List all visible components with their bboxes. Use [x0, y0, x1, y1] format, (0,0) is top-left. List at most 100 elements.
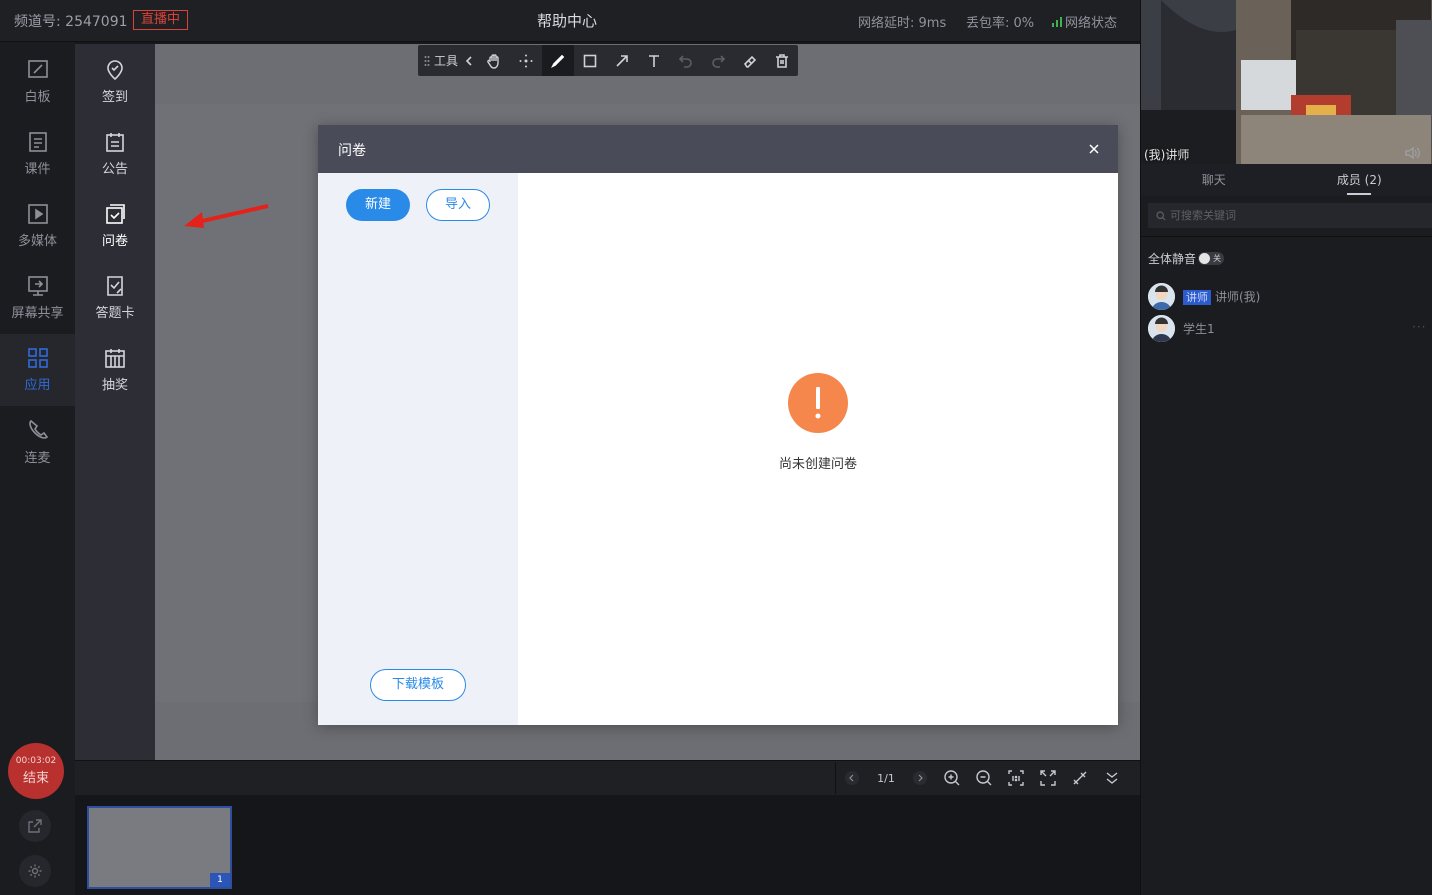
role-badge: 讲师 — [1183, 289, 1211, 305]
questionnaire-dialog: 问卷 新建 导入 下载模板 尚未创建问卷 — [318, 125, 1118, 725]
move-tool[interactable] — [510, 45, 542, 76]
close-icon — [1089, 144, 1099, 154]
chevron-left-icon — [465, 55, 473, 66]
app-lottery[interactable]: 抽奖 — [75, 334, 155, 406]
teacher-video[interactable] — [1141, 0, 1432, 164]
help-center-link[interactable]: 帮助中心 — [537, 10, 597, 31]
eraser-tool[interactable] — [734, 45, 766, 76]
eraser-icon — [742, 53, 758, 69]
tab-chat[interactable]: 聊天 — [1141, 164, 1287, 196]
drawing-toolbar: 工具 — [418, 45, 798, 76]
multimedia-icon — [27, 203, 49, 225]
rectangle-tool[interactable] — [574, 45, 606, 76]
channel-number: 频道号: 2547091 — [14, 14, 128, 30]
annotate-button[interactable] — [1064, 762, 1096, 794]
download-template-button[interactable]: 下载模板 — [370, 669, 466, 701]
toggle-knob — [1199, 253, 1211, 264]
mute-all-control: 全体静音 关 — [1148, 250, 1225, 267]
rectangle-icon — [582, 53, 598, 69]
nav-label-screen-share: 屏幕共享 — [11, 306, 64, 321]
network-status[interactable]: 网络状态 — [1052, 12, 1117, 31]
text-tool[interactable] — [638, 45, 670, 76]
zoom-in-button[interactable] — [936, 762, 968, 794]
app-answer-card[interactable]: 答题卡 — [75, 262, 155, 334]
pen-tool[interactable] — [542, 45, 575, 76]
clear-button[interactable] — [766, 45, 798, 76]
dialog-title: 问卷 — [338, 143, 366, 159]
redo-icon — [710, 53, 726, 69]
page-thumbnail[interactable]: 1 — [87, 806, 232, 889]
member-name: 学生1 — [1183, 321, 1215, 336]
annotate-icon — [1071, 769, 1089, 787]
external-link-button[interactable] — [19, 810, 51, 842]
member-row-teacher[interactable]: 讲师 讲师(我) — [1148, 282, 1260, 310]
redo-button[interactable] — [702, 45, 734, 76]
mute-all-label: 全体静音 — [1148, 252, 1197, 266]
search-icon — [1156, 210, 1166, 221]
nav-item-screen-share[interactable]: 屏幕共享 — [0, 262, 75, 334]
nav-item-courseware[interactable]: 课件 — [0, 118, 75, 190]
member-row-student[interactable]: 学生1 — [1148, 314, 1215, 342]
next-page-button[interactable] — [904, 762, 936, 794]
import-questionnaire-button[interactable]: 导入 — [426, 189, 490, 221]
member-more-button[interactable]: ··· — [1412, 320, 1426, 334]
avatar — [1148, 314, 1175, 342]
apps-icon — [27, 347, 49, 369]
camera-feed-image — [1141, 0, 1432, 164]
tab-members[interactable]: 成员 (2) — [1287, 164, 1432, 196]
zoom-out-button[interactable] — [968, 762, 1000, 794]
questionnaire-icon — [104, 203, 126, 225]
arrow-icon — [614, 53, 630, 69]
arrow-tool[interactable] — [606, 45, 638, 76]
lottery-icon — [104, 347, 126, 369]
next-page-icon — [912, 770, 928, 786]
drag-handle-icon[interactable] — [424, 55, 430, 67]
toggle-state: 关 — [1213, 254, 1222, 263]
pen-icon — [550, 53, 566, 69]
zoom-in-icon — [943, 769, 961, 787]
new-questionnaire-button[interactable]: 新建 — [346, 189, 410, 221]
actual-size-button[interactable] — [1000, 762, 1032, 794]
thumbnail-page-number: 1 — [210, 873, 230, 887]
packet-loss-rate: 丢包率: 0% — [966, 16, 1035, 31]
app-label-notice: 公告 — [101, 162, 128, 177]
video-label: (我)讲师 — [1144, 148, 1190, 162]
app-label-lottery: 抽奖 — [101, 378, 128, 393]
nav-label-courseware: 课件 — [24, 162, 51, 177]
gear-icon — [27, 863, 43, 879]
speaker-icon[interactable] — [1404, 147, 1420, 159]
nav-label-whiteboard: 白板 — [24, 90, 51, 105]
mute-all-toggle[interactable]: 关 — [1198, 252, 1225, 265]
search-input[interactable] — [1170, 209, 1420, 222]
app-label-questionnaire: 问卷 — [101, 234, 128, 249]
divider — [1141, 236, 1432, 237]
undo-button[interactable] — [670, 45, 702, 76]
annotation-arrow-left — [184, 204, 269, 228]
nav-item-whiteboard[interactable]: 白板 — [0, 46, 75, 118]
nav-item-link-mic[interactable]: 连麦 — [0, 406, 75, 478]
whiteboard-icon — [27, 59, 49, 81]
live-status-badge: 直播中 — [133, 10, 189, 30]
warning-icon — [788, 373, 848, 433]
fullscreen-button[interactable] — [1032, 762, 1064, 794]
end-class-button[interactable]: 00:03:02 结束 — [8, 743, 64, 799]
answer-card-icon — [104, 275, 126, 297]
text-icon — [646, 53, 662, 69]
app-notice[interactable]: 公告 — [75, 118, 155, 190]
nav-item-multimedia[interactable]: 多媒体 — [0, 190, 75, 262]
dialog-header: 问卷 — [318, 125, 1118, 173]
settings-button[interactable] — [19, 855, 51, 887]
nav-label-link-mic: 连麦 — [24, 451, 51, 466]
app-questionnaire[interactable]: 问卷 — [75, 190, 155, 262]
collapse-thumbnails-button[interactable] — [1096, 762, 1128, 794]
app-checkin[interactable]: 签到 — [75, 46, 155, 118]
dialog-close-button[interactable] — [1084, 139, 1104, 159]
hand-tool[interactable] — [478, 45, 510, 76]
toolbar-collapse-button[interactable] — [460, 45, 478, 76]
network-status-label: 网络状态 — [1065, 16, 1118, 31]
nav-item-apps[interactable]: 应用 — [0, 334, 75, 406]
prev-page-button[interactable] — [836, 762, 868, 794]
notice-icon — [104, 131, 126, 153]
fullscreen-icon — [1039, 769, 1057, 787]
apps-panel: 签到 公告 问卷 答题卡 抽奖 — [75, 44, 155, 760]
